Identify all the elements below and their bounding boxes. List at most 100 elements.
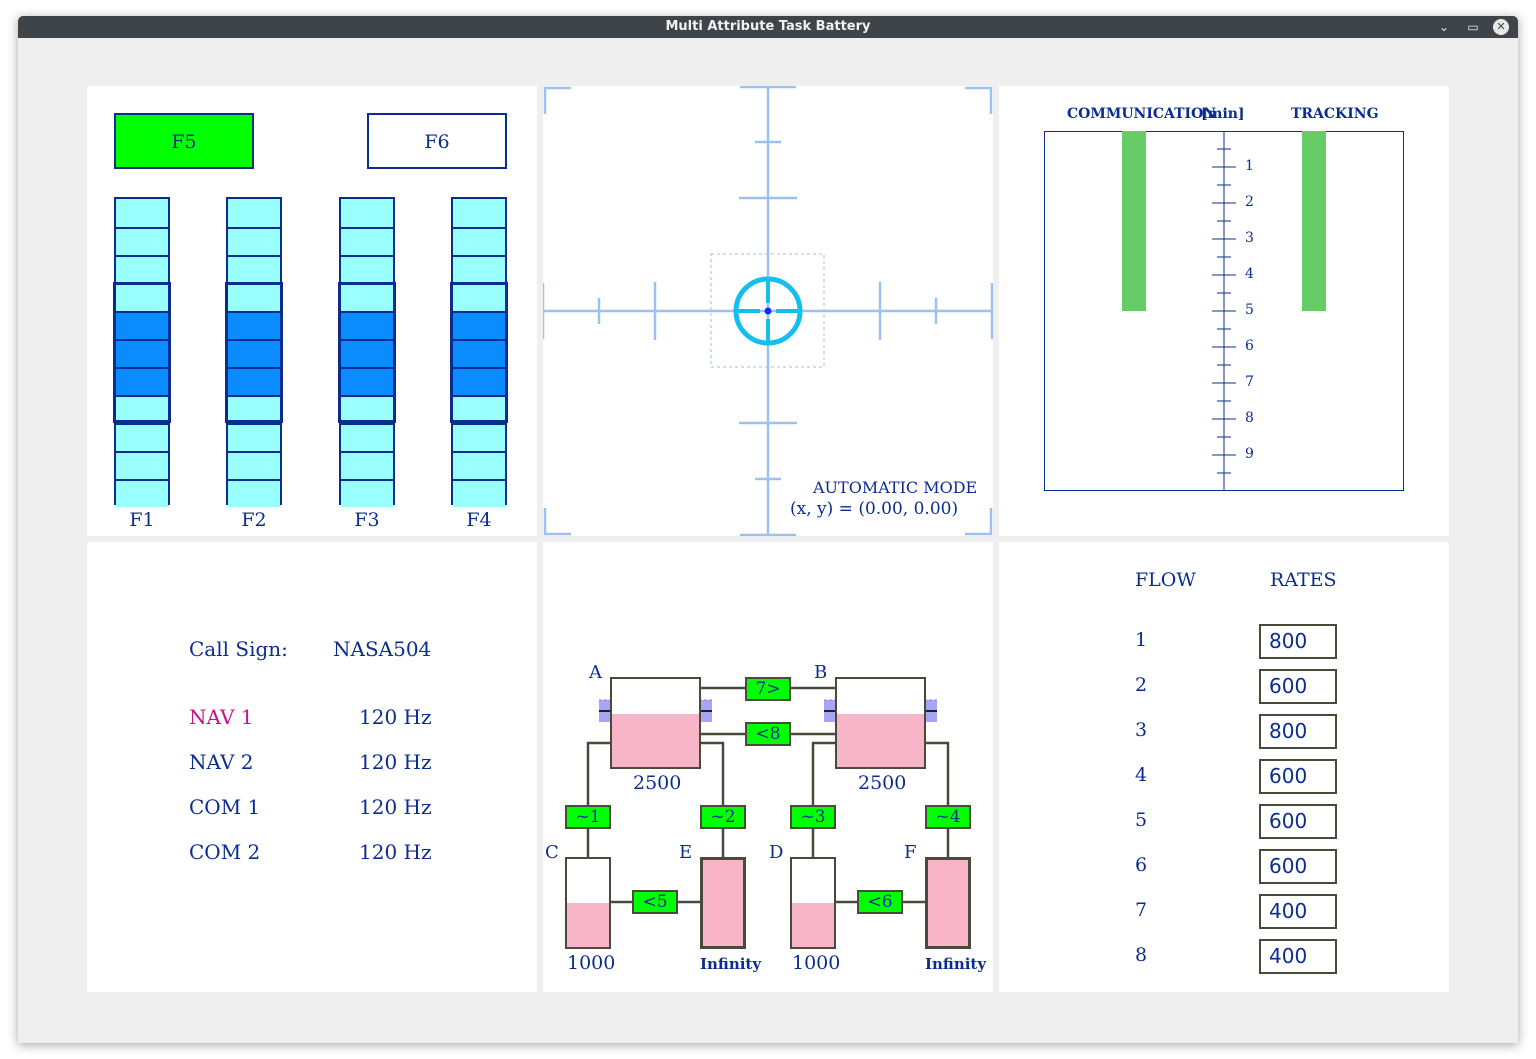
radio-name[interactable]: NAV 2 xyxy=(189,750,253,774)
tank-b-letter: B xyxy=(814,662,828,683)
scale-segment xyxy=(341,479,393,507)
scale-segment xyxy=(453,479,505,507)
f6-button[interactable]: F6 xyxy=(367,113,507,169)
scale-segment xyxy=(116,479,168,507)
scale-segment xyxy=(341,339,393,367)
scale-segment xyxy=(453,227,505,255)
scale-segment xyxy=(341,367,393,395)
tracking-bar xyxy=(1302,131,1326,311)
minimize-icon[interactable]: ⌄ xyxy=(1436,19,1452,35)
pump-2[interactable]: ~2 xyxy=(700,805,746,829)
scale-segment xyxy=(228,283,280,311)
scale-segment xyxy=(453,283,505,311)
tank-d xyxy=(790,857,836,949)
scale-segment xyxy=(116,199,168,227)
communications-panel: Call Sign: NASA504 NAV 1 120 Hz NAV 2 120 H… xyxy=(87,542,537,992)
radio-name[interactable]: COM 1 xyxy=(189,795,260,819)
flow-rate-value: 800 xyxy=(1259,624,1337,659)
flow-number: 4 xyxy=(1135,764,1148,786)
tank-e-level: Infinity xyxy=(700,955,762,973)
scale-segment xyxy=(453,367,505,395)
flow-rate-value: 600 xyxy=(1259,759,1337,794)
tank-a xyxy=(610,677,701,769)
schedule-timeline xyxy=(1122,131,1326,491)
flow-rate-value: 600 xyxy=(1259,804,1337,839)
pump-4[interactable]: ~4 xyxy=(925,805,971,829)
communication-bar xyxy=(1122,131,1146,311)
pump-8[interactable]: <8 xyxy=(745,722,791,746)
tank-d-letter: D xyxy=(769,842,784,863)
radio-frequency[interactable]: 120 Hz xyxy=(359,795,432,819)
tank-c xyxy=(565,857,611,949)
scale-label-f1: F1 xyxy=(129,509,155,531)
tank-f xyxy=(925,857,971,949)
tracking-cursor[interactable] xyxy=(733,276,803,346)
pump-6[interactable]: <6 xyxy=(857,890,903,914)
f5-button[interactable]: F5 xyxy=(114,113,254,169)
flow-rate-value: 400 xyxy=(1259,894,1337,929)
scale-segment xyxy=(116,367,168,395)
flow-number: 7 xyxy=(1135,899,1148,921)
radio-frequency[interactable]: 120 Hz xyxy=(359,750,432,774)
scale-segment xyxy=(116,339,168,367)
scale-segment xyxy=(228,255,280,283)
title-bar[interactable]: Multi Attribute Task Battery ⌄ ▭ ✕ xyxy=(18,16,1518,38)
pump-5[interactable]: <5 xyxy=(632,890,678,914)
scale-f2[interactable] xyxy=(225,197,283,507)
scale-f4[interactable] xyxy=(450,197,508,507)
tank-f-letter: F xyxy=(904,842,917,863)
radio-frequency[interactable]: 120 Hz xyxy=(359,840,432,864)
tank-e-letter: E xyxy=(679,842,693,863)
maximize-icon[interactable]: ▭ xyxy=(1465,19,1481,35)
callsign-label: Call Sign: xyxy=(189,637,288,661)
scale-f3[interactable] xyxy=(338,197,396,507)
flow-number: 8 xyxy=(1135,944,1148,966)
scale-segment xyxy=(341,311,393,339)
scale-segment xyxy=(116,423,168,451)
tank-d-level: 1000 xyxy=(792,952,841,974)
tank-b xyxy=(835,677,926,769)
flow-number: 2 xyxy=(1135,674,1148,696)
pump-7[interactable]: 7> xyxy=(745,677,791,701)
schedule-tick-label: 2 xyxy=(1245,194,1254,210)
scale-segment xyxy=(116,395,168,423)
radio-frequency[interactable]: 120 Hz xyxy=(359,705,432,729)
scale-f1[interactable] xyxy=(113,197,171,507)
scale-segment xyxy=(341,255,393,283)
scale-segment xyxy=(228,311,280,339)
close-icon[interactable]: ✕ xyxy=(1493,19,1509,35)
schedule-tick-label: 7 xyxy=(1245,374,1254,390)
pump-1[interactable]: ~1 xyxy=(565,805,611,829)
flow-number: 5 xyxy=(1135,809,1148,831)
pump-status-panel: FLOW RATES 1 800 2 600 3 800 4 600 5 600 6 600 7 400 8… xyxy=(999,542,1449,992)
callsign-value: NASA504 xyxy=(333,637,432,661)
radio-name[interactable]: NAV 1 xyxy=(189,705,253,729)
tracking-coordinates: (x, y) = (0.00, 0.00) xyxy=(790,499,959,519)
scale-segment xyxy=(453,395,505,423)
scale-label-f3: F3 xyxy=(354,509,380,531)
scale-segment xyxy=(453,423,505,451)
window-title: Multi Attribute Task Battery xyxy=(665,19,871,34)
system-monitoring-panel: F5 F6 F1 F2 F3 F4 xyxy=(87,86,537,536)
scale-segment xyxy=(228,423,280,451)
scale-segment xyxy=(341,395,393,423)
resource-management-panel: A B C E D F 2500 2500 1000 1000 Infinity… xyxy=(543,542,993,992)
scale-segment xyxy=(228,367,280,395)
scale-segment xyxy=(116,255,168,283)
schedule-tick-label: 1 xyxy=(1245,158,1254,174)
scale-segment xyxy=(341,199,393,227)
pump-3[interactable]: ~3 xyxy=(790,805,836,829)
radio-name[interactable]: COM 2 xyxy=(189,840,260,864)
scale-segment xyxy=(228,395,280,423)
schedule-tick-label: 6 xyxy=(1245,338,1254,354)
scale-segment xyxy=(341,423,393,451)
scale-segment xyxy=(116,283,168,311)
flow-rate-value: 600 xyxy=(1259,669,1337,704)
tank-c-level: 1000 xyxy=(567,952,616,974)
scale-segment xyxy=(341,451,393,479)
schedule-tick-label: 5 xyxy=(1245,302,1254,318)
scale-segment xyxy=(228,339,280,367)
schedule-tick-label: 9 xyxy=(1245,446,1254,462)
scale-segment xyxy=(453,255,505,283)
scale-label-f4: F4 xyxy=(466,509,492,531)
